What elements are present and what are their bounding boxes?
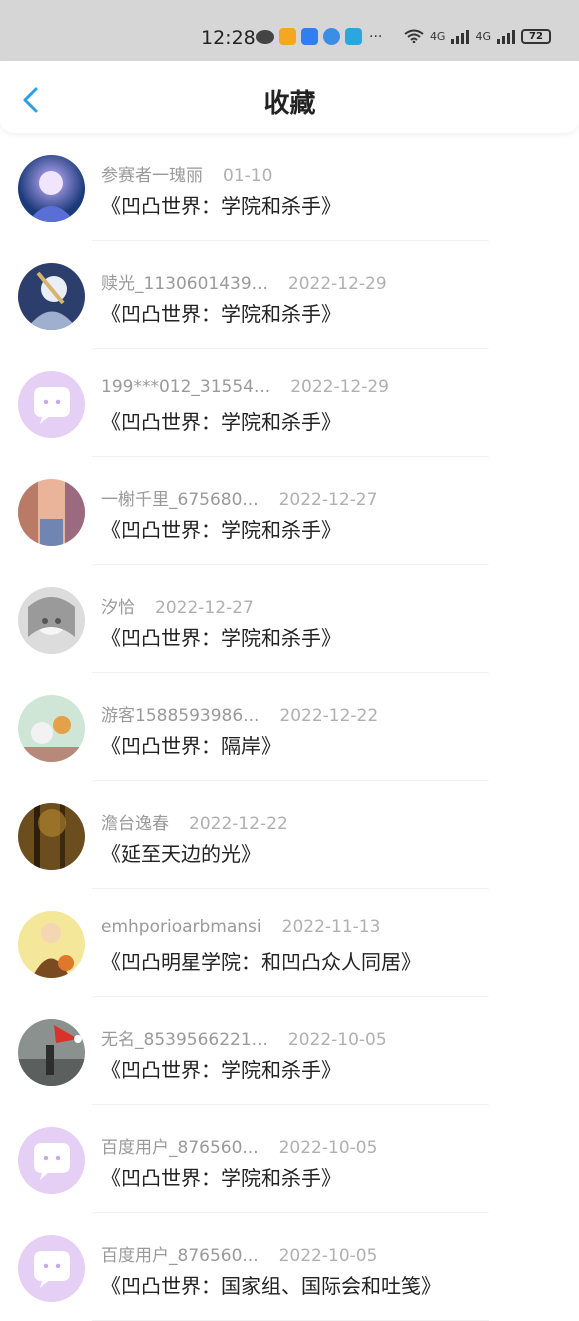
- status-bar: 12:28 ··· 4G 4G 72: [0, 0, 579, 61]
- wifi-icon: [404, 29, 424, 43]
- signal-icon: [451, 28, 470, 44]
- item-meta: 199***012_31554... 2022-12-29: [101, 377, 389, 397]
- favorite-list-item[interactable]: emhporioarbmansi 2022-11-13 《凹凸明星学院：和凹凸众人同…: [0, 889, 579, 997]
- username: 199***012_31554...: [101, 377, 271, 397]
- date: 2022-10-05: [287, 1030, 387, 1050]
- story-title[interactable]: 《凹凸世界：学院和杀手》: [101, 514, 341, 543]
- story-title[interactable]: 《延至天边的光》: [101, 838, 261, 867]
- more-notifications-icon: ···: [369, 28, 383, 45]
- date: 2022-10-05: [278, 1246, 378, 1266]
- avatar[interactable]: [18, 155, 85, 222]
- favorite-list-item[interactable]: 无名_8539566221... 2022-10-05 《凹凸世界：学院和杀手》: [0, 997, 579, 1105]
- avatar[interactable]: [18, 587, 85, 654]
- favorite-list-item[interactable]: 赎光_1130601439... 2022-12-29 《凹凸世界：学院和杀手》: [0, 241, 579, 349]
- username: 百度用户_876560...: [101, 1138, 259, 1158]
- app-notification-icon: [301, 28, 318, 45]
- avatar[interactable]: [18, 695, 85, 762]
- avatar[interactable]: [18, 911, 85, 978]
- date: 2022-12-27: [278, 490, 378, 510]
- signal-icon: [497, 28, 515, 44]
- story-title[interactable]: 《凹凸世界：国家组、国际会和吐笺》: [101, 1270, 441, 1299]
- avatar[interactable]: [18, 803, 85, 870]
- date: 2022-12-29: [290, 377, 389, 397]
- system-status: 4G 4G 72: [404, 28, 551, 44]
- avatar[interactable]: [18, 1235, 85, 1302]
- username: 一榭千里_675680...: [101, 490, 259, 510]
- story-title[interactable]: 《凹凸明星学院：和凹凸众人同居》: [101, 946, 421, 975]
- status-time: 12:28: [201, 27, 256, 49]
- story-title[interactable]: 《凹凸世界：学院和杀手》: [101, 622, 341, 651]
- username: 参赛者一瑰丽: [101, 166, 203, 186]
- avatar[interactable]: [18, 479, 85, 546]
- app-notification-icon: [279, 28, 296, 45]
- avatar[interactable]: [18, 1019, 85, 1086]
- favorite-list-item[interactable]: 参赛者一瑰丽 01-10 《凹凸世界：学院和杀手》: [0, 133, 579, 241]
- favorite-list-item[interactable]: 澹台逸春 2022-12-22 《延至天边的光》: [0, 781, 579, 889]
- story-title[interactable]: 《凹凸世界：学院和杀手》: [101, 1054, 341, 1083]
- item-meta: 无名_8539566221... 2022-10-05: [101, 1025, 387, 1050]
- username: 游客1588593986...: [101, 706, 260, 726]
- item-meta: 赎光_1130601439... 2022-12-29: [101, 269, 387, 294]
- story-title[interactable]: 《凹凸世界：学院和杀手》: [101, 190, 341, 219]
- username: 澹台逸春: [101, 814, 169, 834]
- username: 无名_8539566221...: [101, 1030, 268, 1050]
- notification-icons: ···: [256, 28, 382, 45]
- username: 赎光_1130601439...: [101, 274, 268, 294]
- item-meta: 游客1588593986... 2022-12-22: [101, 701, 378, 726]
- favorites-list: 参赛者一瑰丽 01-10 《凹凸世界：学院和杀手》 赎光_1130601439... 2…: [0, 133, 579, 1321]
- date: 2022-11-13: [281, 917, 381, 937]
- favorite-list-item[interactable]: 汐恰 2022-12-27 《凹凸世界：学院和杀手》: [0, 565, 579, 673]
- battery-indicator: 72: [521, 28, 551, 44]
- item-meta: 百度用户_876560... 2022-10-05: [101, 1133, 377, 1158]
- browser-icon: [323, 28, 340, 45]
- story-title[interactable]: 《凹凸世界：学院和杀手》: [101, 406, 341, 435]
- search-app-icon: [345, 28, 362, 45]
- favorite-list-item[interactable]: 一榭千里_675680... 2022-12-27 《凹凸世界：学院和杀手》: [0, 457, 579, 565]
- network-type-1: 4G: [429, 29, 446, 43]
- story-title[interactable]: 《凹凸世界：学院和杀手》: [101, 1162, 341, 1191]
- story-title[interactable]: 《凹凸世界：隔岸》: [101, 730, 281, 759]
- page-header: 收藏: [0, 61, 579, 133]
- username: 汐恰: [101, 598, 135, 618]
- favorite-list-item[interactable]: 游客1588593986... 2022-12-22 《凹凸世界：隔岸》: [0, 673, 579, 781]
- item-meta: 汐恰 2022-12-27: [101, 593, 254, 618]
- item-meta: 参赛者一瑰丽 01-10: [101, 161, 272, 186]
- avatar[interactable]: [18, 263, 85, 330]
- favorite-list-item[interactable]: 百度用户_876560... 2022-10-05 《凹凸世界：学院和杀手》: [0, 1105, 579, 1213]
- date: 2022-12-22: [279, 706, 379, 726]
- item-meta: emhporioarbmansi 2022-11-13: [101, 917, 380, 937]
- favorite-list-item[interactable]: 199***012_31554... 2022-12-29 《凹凸世界：学院和杀手》: [0, 349, 579, 457]
- avatar[interactable]: [18, 371, 85, 438]
- date: 2022-12-29: [287, 274, 387, 294]
- item-meta: 百度用户_876560... 2022-10-05: [101, 1241, 377, 1266]
- avatar[interactable]: [18, 1127, 85, 1194]
- date: 2022-12-27: [155, 598, 254, 618]
- username: emhporioarbmansi: [101, 917, 262, 937]
- date: 2022-12-22: [189, 814, 288, 834]
- date: 2022-10-05: [278, 1138, 378, 1158]
- favorite-list-item[interactable]: 百度用户_876560... 2022-10-05 《凹凸世界：国家组、国际会和吐笺…: [0, 1213, 579, 1321]
- story-title[interactable]: 《凹凸世界：学院和杀手》: [101, 298, 341, 327]
- item-meta: 澹台逸春 2022-12-22: [101, 809, 288, 834]
- date: 01-10: [223, 166, 273, 186]
- wechat-icon: [256, 29, 274, 44]
- network-type-2: 4G: [475, 29, 491, 43]
- username: 百度用户_876560...: [101, 1246, 259, 1266]
- page-title: 收藏: [263, 89, 316, 119]
- item-meta: 一榭千里_675680... 2022-12-27: [101, 485, 377, 510]
